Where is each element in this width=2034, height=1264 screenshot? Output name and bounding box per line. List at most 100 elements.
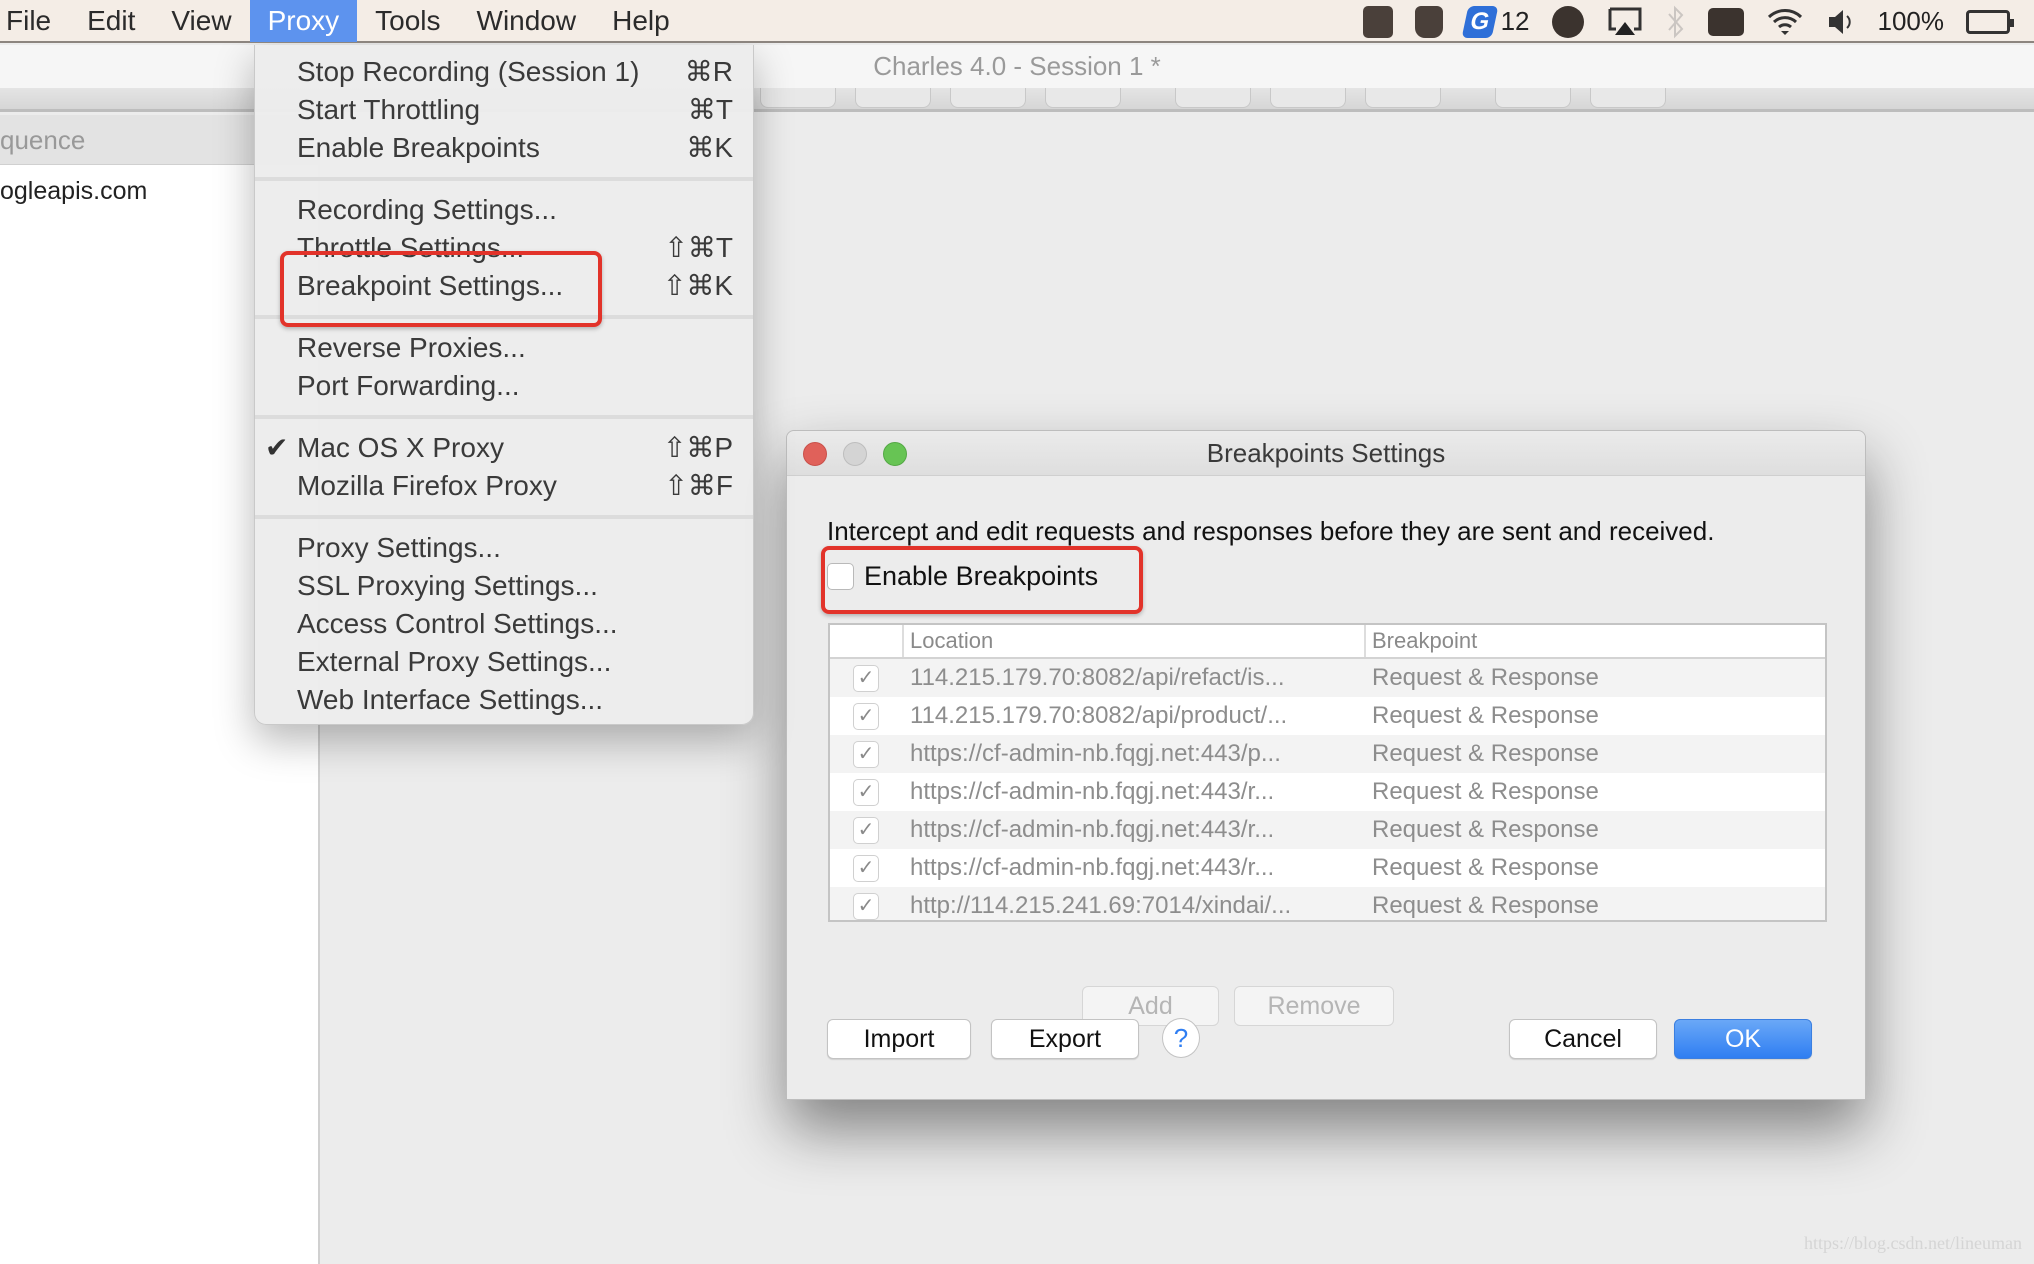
menu-item-label: Access Control Settings... [297,608,618,639]
wifi-icon[interactable] [1766,7,1804,37]
cancel-button[interactable]: Cancel [1509,1019,1657,1059]
table-row[interactable]: ✓ https://cf-admin-nb.fqgj.net:443/r... Re… [830,849,1825,887]
menu-item-ssl-proxying-settings[interactable]: SSL Proxying Settings... [255,567,753,605]
menu-item-label: Port Forwarding... [297,370,520,401]
ok-button[interactable]: OK [1674,1019,1812,1059]
table-row[interactable]: ✓ https://cf-admin-nb.fqgj.net:443/r... Re… [830,773,1825,811]
row-location: https://cf-admin-nb.fqgj.net:443/r... [910,778,1275,805]
row-enabled-cell: ✓ [830,664,902,692]
menu-item-label: Enable Breakpoints [297,132,540,163]
row-enabled-checkbox[interactable]: ✓ [853,740,879,768]
menu-item-shortcut: ⌘R [684,56,733,87]
table-row[interactable]: ✓ https://cf-admin-nb.fqgj.net:443/p... Re… [830,735,1825,773]
menu-window[interactable]: Window [459,0,595,42]
dialog-description: Intercept and edit requests and response… [827,516,1715,546]
menu-edit[interactable]: Edit [69,0,153,42]
row-breakpoint-type: Request & Response [1372,702,1599,729]
menu-separator [255,505,753,529]
table-header: Location Breakpoint [830,625,1825,659]
menu-item-label: Mac OS X Proxy [297,432,504,463]
menu-view[interactable]: View [153,0,249,42]
row-enabled-checkbox[interactable]: ✓ [853,702,879,730]
menu-item-enable-breakpoints[interactable]: Enable Breakpoints ⌘K [255,129,753,167]
remove-button[interactable]: Remove [1234,986,1394,1026]
row-enabled-cell: ✓ [830,778,902,806]
menu-separator [255,167,753,191]
row-enabled-cell: ✓ [830,816,902,844]
menu-item-breakpoint-settings[interactable]: Breakpoint Settings... ⇧⌘K [255,267,753,305]
dialog-title-bar[interactable]: Breakpoints Settings [787,431,1865,476]
proxy-menu: Stop Recording (Session 1) ⌘R Start Thrott… [254,45,754,725]
enable-breakpoints-label: Enable Breakpoints [864,561,1099,591]
menu-proxy[interactable]: Proxy [249,0,358,42]
column-header-breakpoint[interactable]: Breakpoint [1364,625,1825,657]
jug-app-icon[interactable] [1414,5,1443,38]
menu-item-shortcut: ⇧⌘K [662,270,733,301]
table-row[interactable]: ✓ https://cf-admin-nb.fqgj.net:443/r... Re… [830,811,1825,849]
keyboard-icon[interactable] [1707,7,1744,36]
menu-separator [255,305,753,329]
menu-item-proxy-settings[interactable]: Proxy Settings... [255,529,753,567]
column-header-location[interactable]: Location [902,625,1364,657]
menu-item-throttle-settings[interactable]: Throttle Settings... ⇧⌘T [255,229,753,267]
menu-item-label: Web Interface Settings... [297,684,604,715]
row-enabled-checkbox[interactable]: ✓ [853,664,879,692]
badge-count: 12 [1500,6,1530,36]
battery-icon[interactable] [1966,9,2014,34]
menu-item-web-interface-settings[interactable]: Web Interface Settings... [255,681,753,719]
airplay-icon[interactable] [1606,6,1644,38]
menu-item-recording-settings[interactable]: Recording Settings... [255,191,753,229]
g-app-icon[interactable]: G 12 [1461,5,1530,38]
menu-item-shortcut: ⇧⌘T [664,232,733,263]
menu-tools[interactable]: Tools [357,0,458,42]
column-header-enabled[interactable] [830,625,902,657]
row-enabled-checkbox[interactable]: ✓ [853,778,879,806]
row-enabled-cell: ✓ [830,702,902,730]
row-enabled-checkbox[interactable]: ✓ [853,892,879,920]
row-location: https://cf-admin-nb.fqgj.net:443/p... [910,740,1281,767]
menu-item-label: Proxy Settings... [297,532,501,563]
close-button[interactable] [803,442,827,466]
menu-help[interactable]: Help [594,0,688,42]
checkbox[interactable] [827,563,854,590]
volume-icon[interactable] [1826,7,1856,37]
window-controls [803,442,907,466]
menu-item-external-proxy-settings[interactable]: External Proxy Settings... [255,643,753,681]
note-app-icon[interactable] [1362,5,1393,38]
menu-item-label: Breakpoint Settings... [297,270,564,301]
menu-item-start-throttling[interactable]: Start Throttling ⌘T [255,91,753,129]
menu-item-label: Reverse Proxies... [297,332,526,363]
bluetooth-icon[interactable] [1666,5,1686,39]
menu-item-access-control-settings[interactable]: Access Control Settings... [255,605,753,643]
row-breakpoint-type: Request & Response [1372,740,1599,767]
minimize-button[interactable] [843,442,867,466]
export-button[interactable]: Export [991,1019,1139,1059]
menu-item-shortcut: ⇧⌘F [664,470,733,501]
menu-item-mac-os-x-proxy[interactable]: ✔ Mac OS X Proxy ⇧⌘P [255,429,753,467]
row-location: https://cf-admin-nb.fqgj.net:443/r... [910,854,1275,881]
menu-item-label: Throttle Settings... [297,232,525,263]
menu-item-reverse-proxies[interactable]: Reverse Proxies... [255,329,753,367]
menu-file[interactable]: File [0,0,69,42]
row-enabled-checkbox[interactable]: ✓ [853,854,879,882]
enable-breakpoints-checkbox[interactable]: Enable Breakpoints [827,561,1098,592]
row-breakpoint-type: Request & Response [1372,664,1599,691]
dingtalk-icon[interactable] [1551,5,1584,38]
help-button[interactable]: ? [1162,1018,1200,1058]
table-body: ✓ 114.215.179.70:8082/api/refact/is... Req… [830,659,1825,920]
menu-item-stop-recording-session-1[interactable]: Stop Recording (Session 1) ⌘R [255,53,753,91]
menu-item-port-forwarding[interactable]: Port Forwarding... [255,367,753,405]
row-enabled-checkbox[interactable]: ✓ [853,816,879,844]
row-location: https://cf-admin-nb.fqgj.net:443/r... [910,816,1275,843]
menu-item-label: Recording Settings... [297,194,557,225]
table-row[interactable]: ✓ http://114.215.241.69:7014/xindai/... Re… [830,887,1825,920]
row-breakpoint-type: Request & Response [1372,892,1599,919]
menu-item-shortcut: ⇧⌘P [662,432,733,463]
checkmark-icon: ✔ [265,432,289,463]
import-button[interactable]: Import [827,1019,971,1059]
row-enabled-cell: ✓ [830,854,902,882]
zoom-button[interactable] [883,442,907,466]
table-row[interactable]: ✓ 114.215.179.70:8082/api/refact/is... Req… [830,659,1825,697]
menu-item-mozilla-firefox-proxy[interactable]: Mozilla Firefox Proxy ⇧⌘F [255,467,753,505]
table-row[interactable]: ✓ 114.215.179.70:8082/api/product/... Requ… [830,697,1825,735]
